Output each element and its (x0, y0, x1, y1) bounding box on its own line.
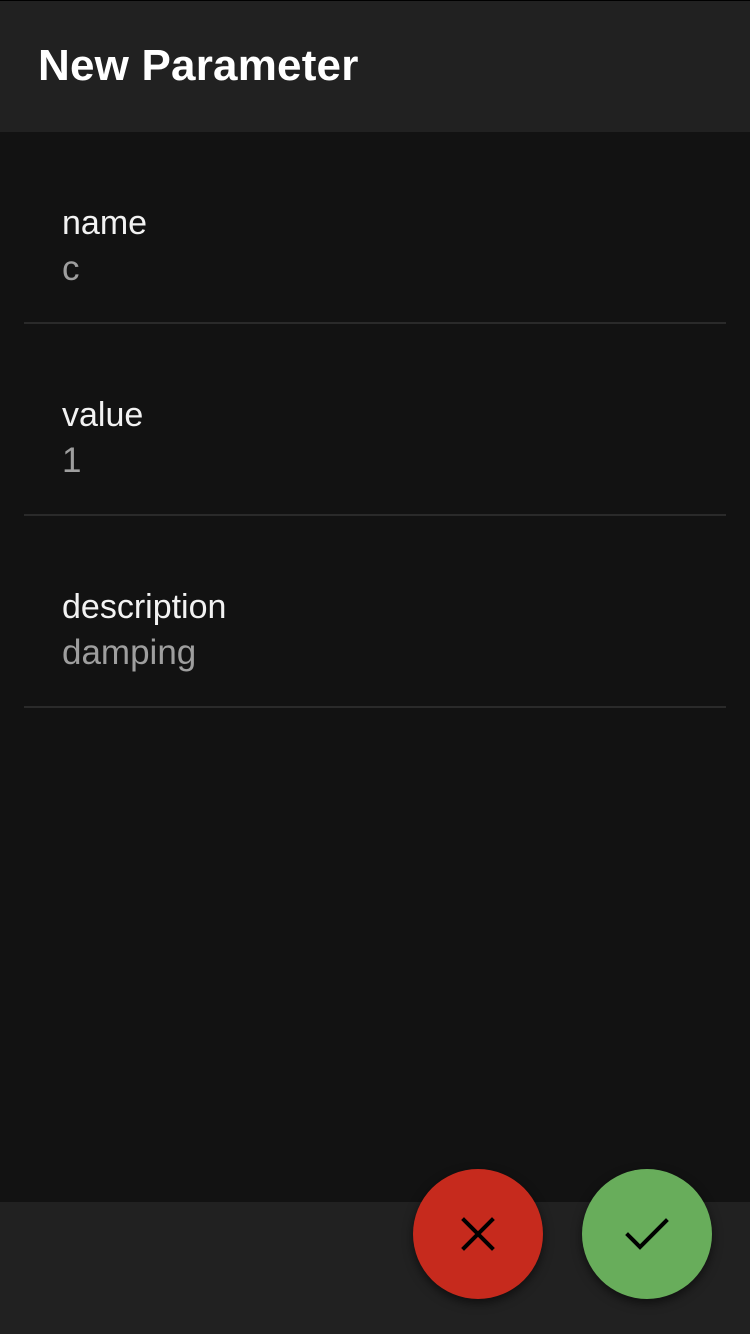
page-title: New Parameter (38, 41, 359, 90)
app-bar: New Parameter (0, 0, 750, 132)
name-field[interactable]: name c (24, 132, 726, 324)
form-content: name c value 1 description damping (0, 132, 750, 1202)
field-value-name: c (62, 249, 80, 288)
field-label-value: value (62, 396, 144, 434)
check-icon (624, 1214, 670, 1254)
field-label-description: description (62, 588, 227, 626)
confirm-button[interactable] (582, 1169, 712, 1299)
field-label-name: name (62, 204, 148, 242)
cancel-button[interactable] (413, 1169, 543, 1299)
field-value-value: 1 (62, 441, 82, 480)
description-field[interactable]: description damping (24, 516, 726, 708)
field-value-description: damping (62, 633, 197, 672)
close-icon (458, 1214, 498, 1254)
value-field[interactable]: value 1 (24, 324, 726, 516)
